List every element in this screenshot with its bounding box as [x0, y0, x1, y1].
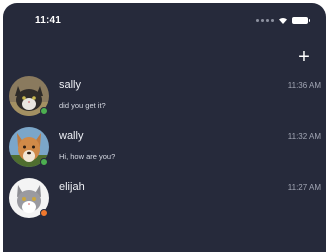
chat-list: sally 11:36 AM did you get it? wally 11:…: [3, 73, 326, 226]
chat-timestamp: 11:36 AM: [287, 81, 321, 90]
chat-preview: Hi, how are you?: [59, 152, 116, 161]
chat-item-wally[interactable]: wally 11:32 AM Hi, how are you?: [3, 124, 326, 175]
add-chat-button[interactable]: +: [296, 47, 312, 67]
chat-name: elijah: [59, 181, 85, 193]
wifi-icon: [279, 17, 287, 24]
phone-screen: 11:41 + sally 11:36 AM did you get it? w…: [3, 3, 326, 252]
chat-timestamp: 11:27 AM: [287, 183, 321, 192]
away-status-indicator: [40, 209, 48, 217]
online-status-indicator: [40, 158, 48, 166]
chat-item-sally[interactable]: sally 11:36 AM did you get it?: [3, 73, 326, 124]
status-time: 11:41: [35, 15, 62, 26]
header-bar: +: [3, 33, 326, 73]
signal-icon: [256, 18, 274, 22]
online-status-indicator: [40, 107, 48, 115]
chat-item-elijah[interactable]: elijah 11:27 AM: [3, 175, 326, 226]
status-bar: 11:41: [3, 3, 326, 33]
chat-preview: did you get it?: [59, 101, 106, 110]
status-icons: [256, 16, 310, 24]
chat-name: wally: [59, 130, 84, 142]
chat-timestamp: 11:32 AM: [287, 132, 321, 141]
chat-name: sally: [59, 79, 82, 91]
battery-icon: [292, 16, 310, 24]
